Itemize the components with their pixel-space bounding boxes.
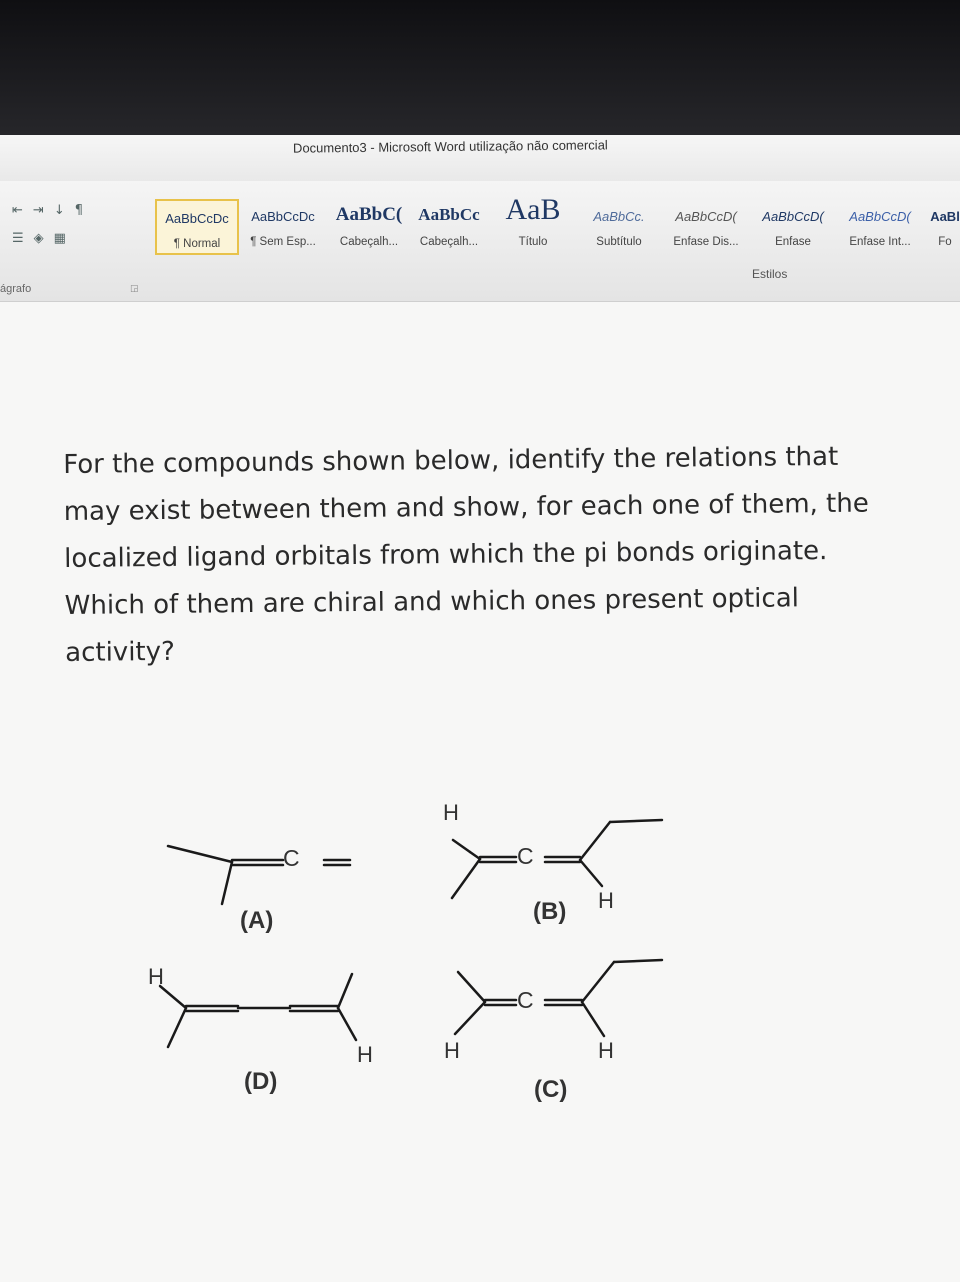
- window-title: Documento3 - Microsoft Word utilização n…: [292, 137, 608, 156]
- title-bar: Documento3 - Microsoft Word utilização n…: [0, 135, 960, 181]
- label-b: (B): [533, 898, 567, 925]
- word-window: Documento3 - Microsoft Word utilização n…: [0, 135, 960, 1282]
- line-spacing-icon[interactable]: ☰: [12, 231, 24, 246]
- atom-c-c: C: [517, 987, 534, 1013]
- style-name: Cabeçalh...: [419, 236, 479, 248]
- pilcrow-icon[interactable]: ¶: [75, 203, 83, 218]
- style-sample: AaBbCcD(: [675, 209, 737, 224]
- atom-h-c-right: H: [598, 1038, 614, 1063]
- style-emphasis[interactable]: AaBbCcD( Ênfase: [751, 199, 835, 255]
- atom-h-d-right: H: [357, 1042, 373, 1067]
- style-name: Ênfase Dis...: [673, 236, 739, 248]
- label-d: (D): [244, 1068, 278, 1095]
- document-page[interactable]: For the compounds shown below, identify …: [0, 302, 960, 1282]
- style-normal[interactable]: AaBbCcDc ¶ Normal: [155, 199, 239, 255]
- style-sample: AaBl: [930, 209, 960, 224]
- monitor-bezel: [0, 0, 960, 135]
- style-name: Cabeçalh...: [339, 236, 399, 248]
- atom-h-d-left: H: [148, 964, 164, 989]
- dialog-launcher-icon[interactable]: ◲: [130, 284, 139, 294]
- style-subtitle[interactable]: AaBbCc. Subtítulo: [577, 199, 661, 255]
- style-sample: AaBbCcD(: [762, 209, 824, 224]
- style-name: Subtítulo: [596, 236, 642, 248]
- styles-gallery: AaBbCcDc ¶ Normal AaBbCcDc ¶ Sem Esp... …: [155, 193, 960, 259]
- atom-h-c-left: H: [444, 1038, 460, 1063]
- style-no-spacing[interactable]: AaBbCcDc ¶ Sem Esp...: [241, 199, 325, 255]
- decrease-indent-icon[interactable]: ⇤: [12, 203, 23, 218]
- shading-icon[interactable]: ◈: [34, 231, 44, 246]
- structure-a: [166, 844, 352, 906]
- borders-icon[interactable]: ▦: [54, 231, 66, 246]
- style-sample: AaB: [505, 193, 561, 226]
- paragraph-tools: ⇤ ⇥ ↓ ¶ ☰ ◈ ▦: [12, 203, 142, 273]
- style-sample: AaBbCc.: [593, 209, 645, 224]
- atom-h-b-bottom: H: [598, 888, 614, 913]
- increase-indent-icon[interactable]: ⇥: [33, 203, 44, 218]
- style-name: ¶ Normal: [173, 238, 221, 250]
- structure-d: [158, 972, 358, 1049]
- atom-h-b-top: H: [443, 800, 459, 825]
- style-sample: AaBbCcD(: [849, 209, 911, 224]
- label-c: (C): [534, 1076, 568, 1103]
- style-name: Ênfase Int...: [849, 236, 911, 248]
- style-title[interactable]: AaB Título: [491, 193, 575, 255]
- atom-c-a: C: [283, 845, 300, 871]
- atom-c-b: C: [517, 843, 534, 869]
- structure-b: [450, 818, 664, 900]
- ribbon: ⇤ ⇥ ↓ ¶ ☰ ◈ ▦ ágrafo ◲ AaBbCcDc ¶ Normal…: [0, 181, 960, 302]
- style-strong[interactable]: AaBl Fo: [925, 199, 960, 255]
- label-a: (A): [240, 907, 274, 934]
- structure-c: [453, 958, 664, 1038]
- structures-figure: C H C H H H H C H (A) (B) (D) (C): [0, 800, 960, 1152]
- style-name: Ênfase: [775, 236, 811, 248]
- style-name: ¶ Sem Esp...: [250, 236, 316, 248]
- style-name: Título: [518, 236, 548, 248]
- style-subtle-emphasis[interactable]: AaBbCcD( Ênfase Dis...: [663, 199, 749, 255]
- style-intense-emphasis[interactable]: AaBbCcD( Ênfase Int...: [837, 199, 923, 255]
- styles-group-label: Estilos: [752, 267, 788, 281]
- style-sample: AaBbCcDc: [165, 211, 229, 226]
- style-sample: AaBbC(: [335, 204, 403, 225]
- paragraph-group-label: ágrafo: [0, 283, 32, 295]
- sort-icon[interactable]: ↓: [54, 203, 65, 218]
- style-sample: AaBbCcDc: [251, 209, 315, 224]
- style-sample: AaBbCc: [418, 205, 480, 224]
- style-heading-1[interactable]: AaBbC( Cabeçalh...: [327, 199, 411, 255]
- style-name: Fo: [938, 236, 952, 248]
- style-heading-2[interactable]: AaBbCc Cabeçalh...: [411, 199, 487, 255]
- question-text: For the compounds shown below, identify …: [63, 441, 869, 668]
- structures-drawing: [158, 818, 664, 1049]
